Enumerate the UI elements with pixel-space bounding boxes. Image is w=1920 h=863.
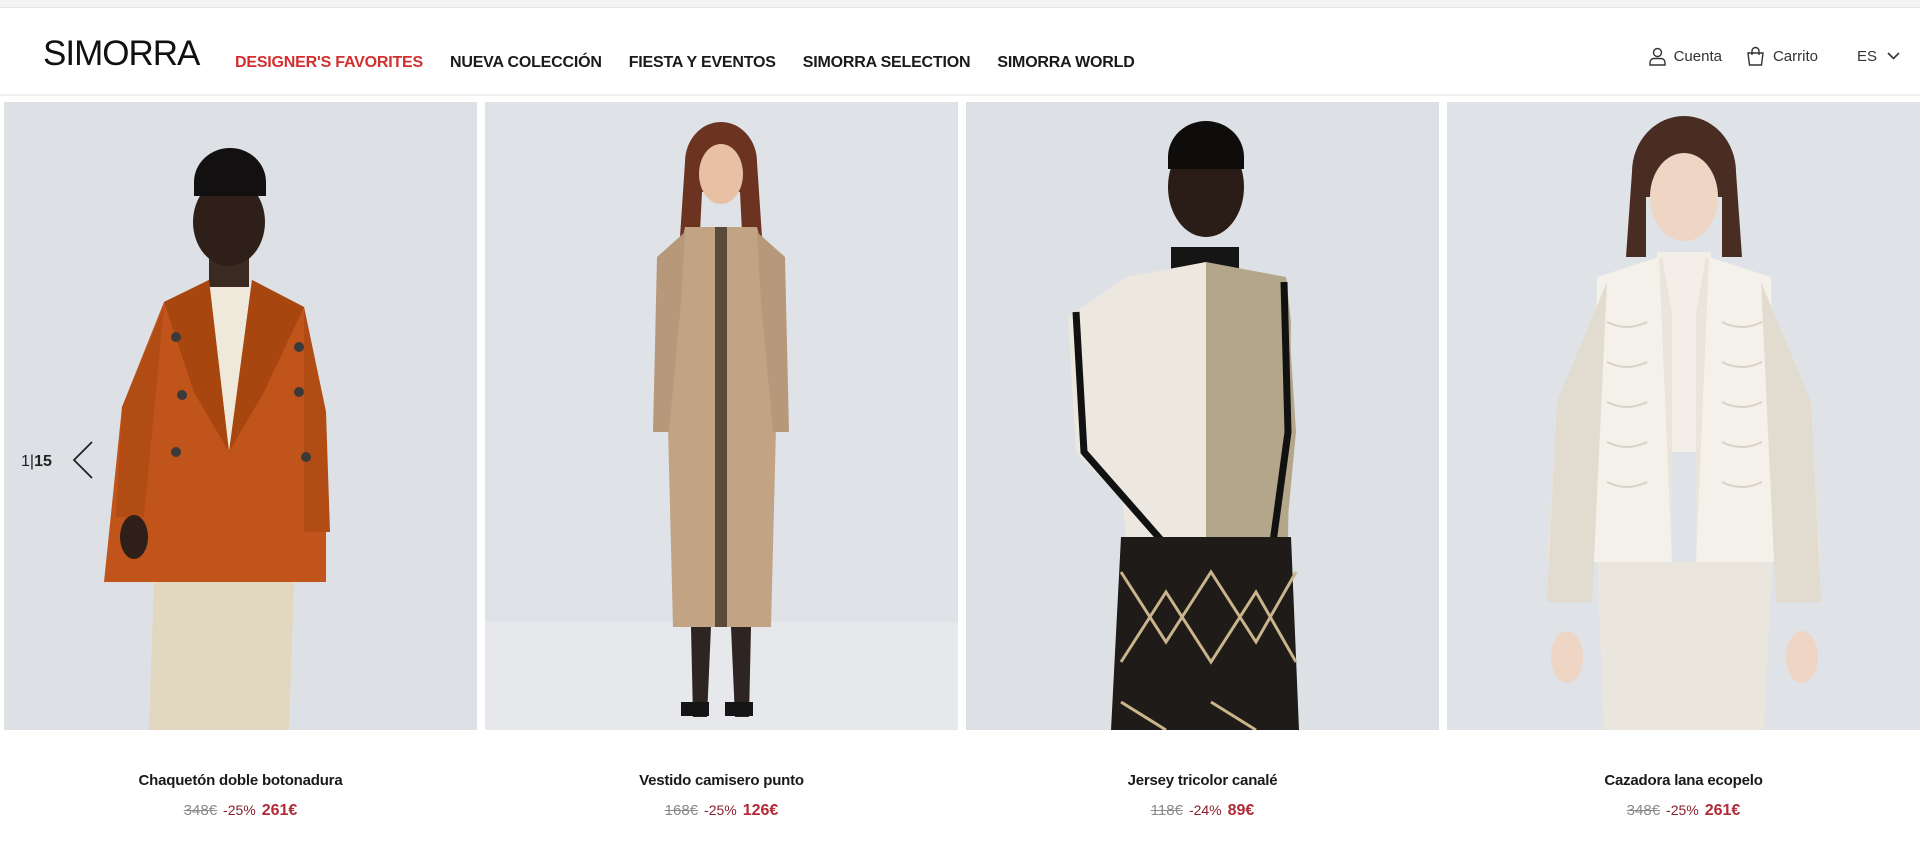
nav-fiesta-y-eventos[interactable]: FIESTA Y EVENTOS <box>629 54 776 72</box>
jacket-photo <box>1447 102 1920 730</box>
brand-logo[interactable]: SIMORRA <box>43 34 200 74</box>
account-link[interactable]: Cuenta <box>1648 47 1722 66</box>
cart-link[interactable]: Carrito <box>1746 46 1818 66</box>
product-price: 118€ -24% 89€ <box>966 802 1439 820</box>
chevron-left-icon[interactable] <box>70 440 98 480</box>
top-strip <box>0 0 1920 8</box>
carousel-current: 1 <box>21 453 30 470</box>
product-name[interactable]: Chaquetón doble botonadura <box>4 772 477 789</box>
product-name[interactable]: Cazadora lana ecopelo <box>1447 772 1920 789</box>
nav-simorra-selection[interactable]: SIMORRA SELECTION <box>803 54 971 72</box>
product-image[interactable] <box>485 102 958 730</box>
product-card[interactable]: Cazadora lana ecopelo 348€ -25% 261€ <box>1447 102 1920 820</box>
product-price: 168€ -25% 126€ <box>485 802 958 820</box>
product-image[interactable] <box>4 102 477 730</box>
discount-badge: -25% <box>704 802 737 818</box>
product-grid: Chaquetón doble botonadura 348€ -25% 261€ <box>0 102 1920 820</box>
sale-price: 261€ <box>1704 802 1741 819</box>
bag-icon <box>1747 46 1764 66</box>
coat-photo <box>4 102 477 730</box>
dress-photo <box>485 102 958 730</box>
header-tools: Cuenta Carrito ES <box>1648 46 1900 66</box>
sale-price: 261€ <box>261 802 298 819</box>
main-nav: DESIGNER'S FAVORITES NUEVA COLECCIÓN FIE… <box>235 54 1162 72</box>
chevron-down-icon <box>1887 52 1900 60</box>
product-name[interactable]: Jersey tricolor canalé <box>966 772 1439 789</box>
old-price: 168€ <box>664 802 699 819</box>
cart-label: Carrito <box>1772 47 1818 65</box>
carousel-total: 15 <box>34 453 52 470</box>
user-icon <box>1648 47 1666 66</box>
product-price: 348€ -25% 261€ <box>1447 802 1920 820</box>
site-header: SIMORRA DESIGNER'S FAVORITES NUEVA COLEC… <box>0 8 1920 96</box>
old-price: 118€ <box>1150 802 1183 819</box>
product-card[interactable]: Vestido camisero punto 168€ -25% 126€ <box>485 102 958 820</box>
sweater-photo <box>966 102 1439 730</box>
old-price: 348€ <box>1626 802 1661 819</box>
product-name[interactable]: Vestido camisero punto <box>485 772 958 789</box>
carousel-counter: 1|15 <box>21 453 52 470</box>
account-label: Cuenta <box>1673 47 1722 65</box>
discount-badge: -24% <box>1188 802 1222 818</box>
sale-price: 126€ <box>742 802 779 819</box>
language-label: ES <box>1856 47 1877 65</box>
discount-badge: -25% <box>1666 802 1699 818</box>
product-price: 348€ -25% 261€ <box>4 802 477 820</box>
old-price: 348€ <box>183 802 218 819</box>
discount-badge: -25% <box>223 802 256 818</box>
product-card[interactable]: Jersey tricolor canalé 118€ -24% 89€ <box>966 102 1439 820</box>
product-image[interactable] <box>1447 102 1920 730</box>
product-image[interactable] <box>966 102 1439 730</box>
nav-nueva-coleccion[interactable]: NUEVA COLECCIÓN <box>450 54 602 72</box>
language-selector[interactable]: ES <box>1857 48 1900 65</box>
nav-designers-favorites[interactable]: DESIGNER'S FAVORITES <box>235 54 423 72</box>
nav-simorra-world[interactable]: SIMORRA WORLD <box>997 54 1134 72</box>
sale-price: 89€ <box>1227 802 1255 819</box>
